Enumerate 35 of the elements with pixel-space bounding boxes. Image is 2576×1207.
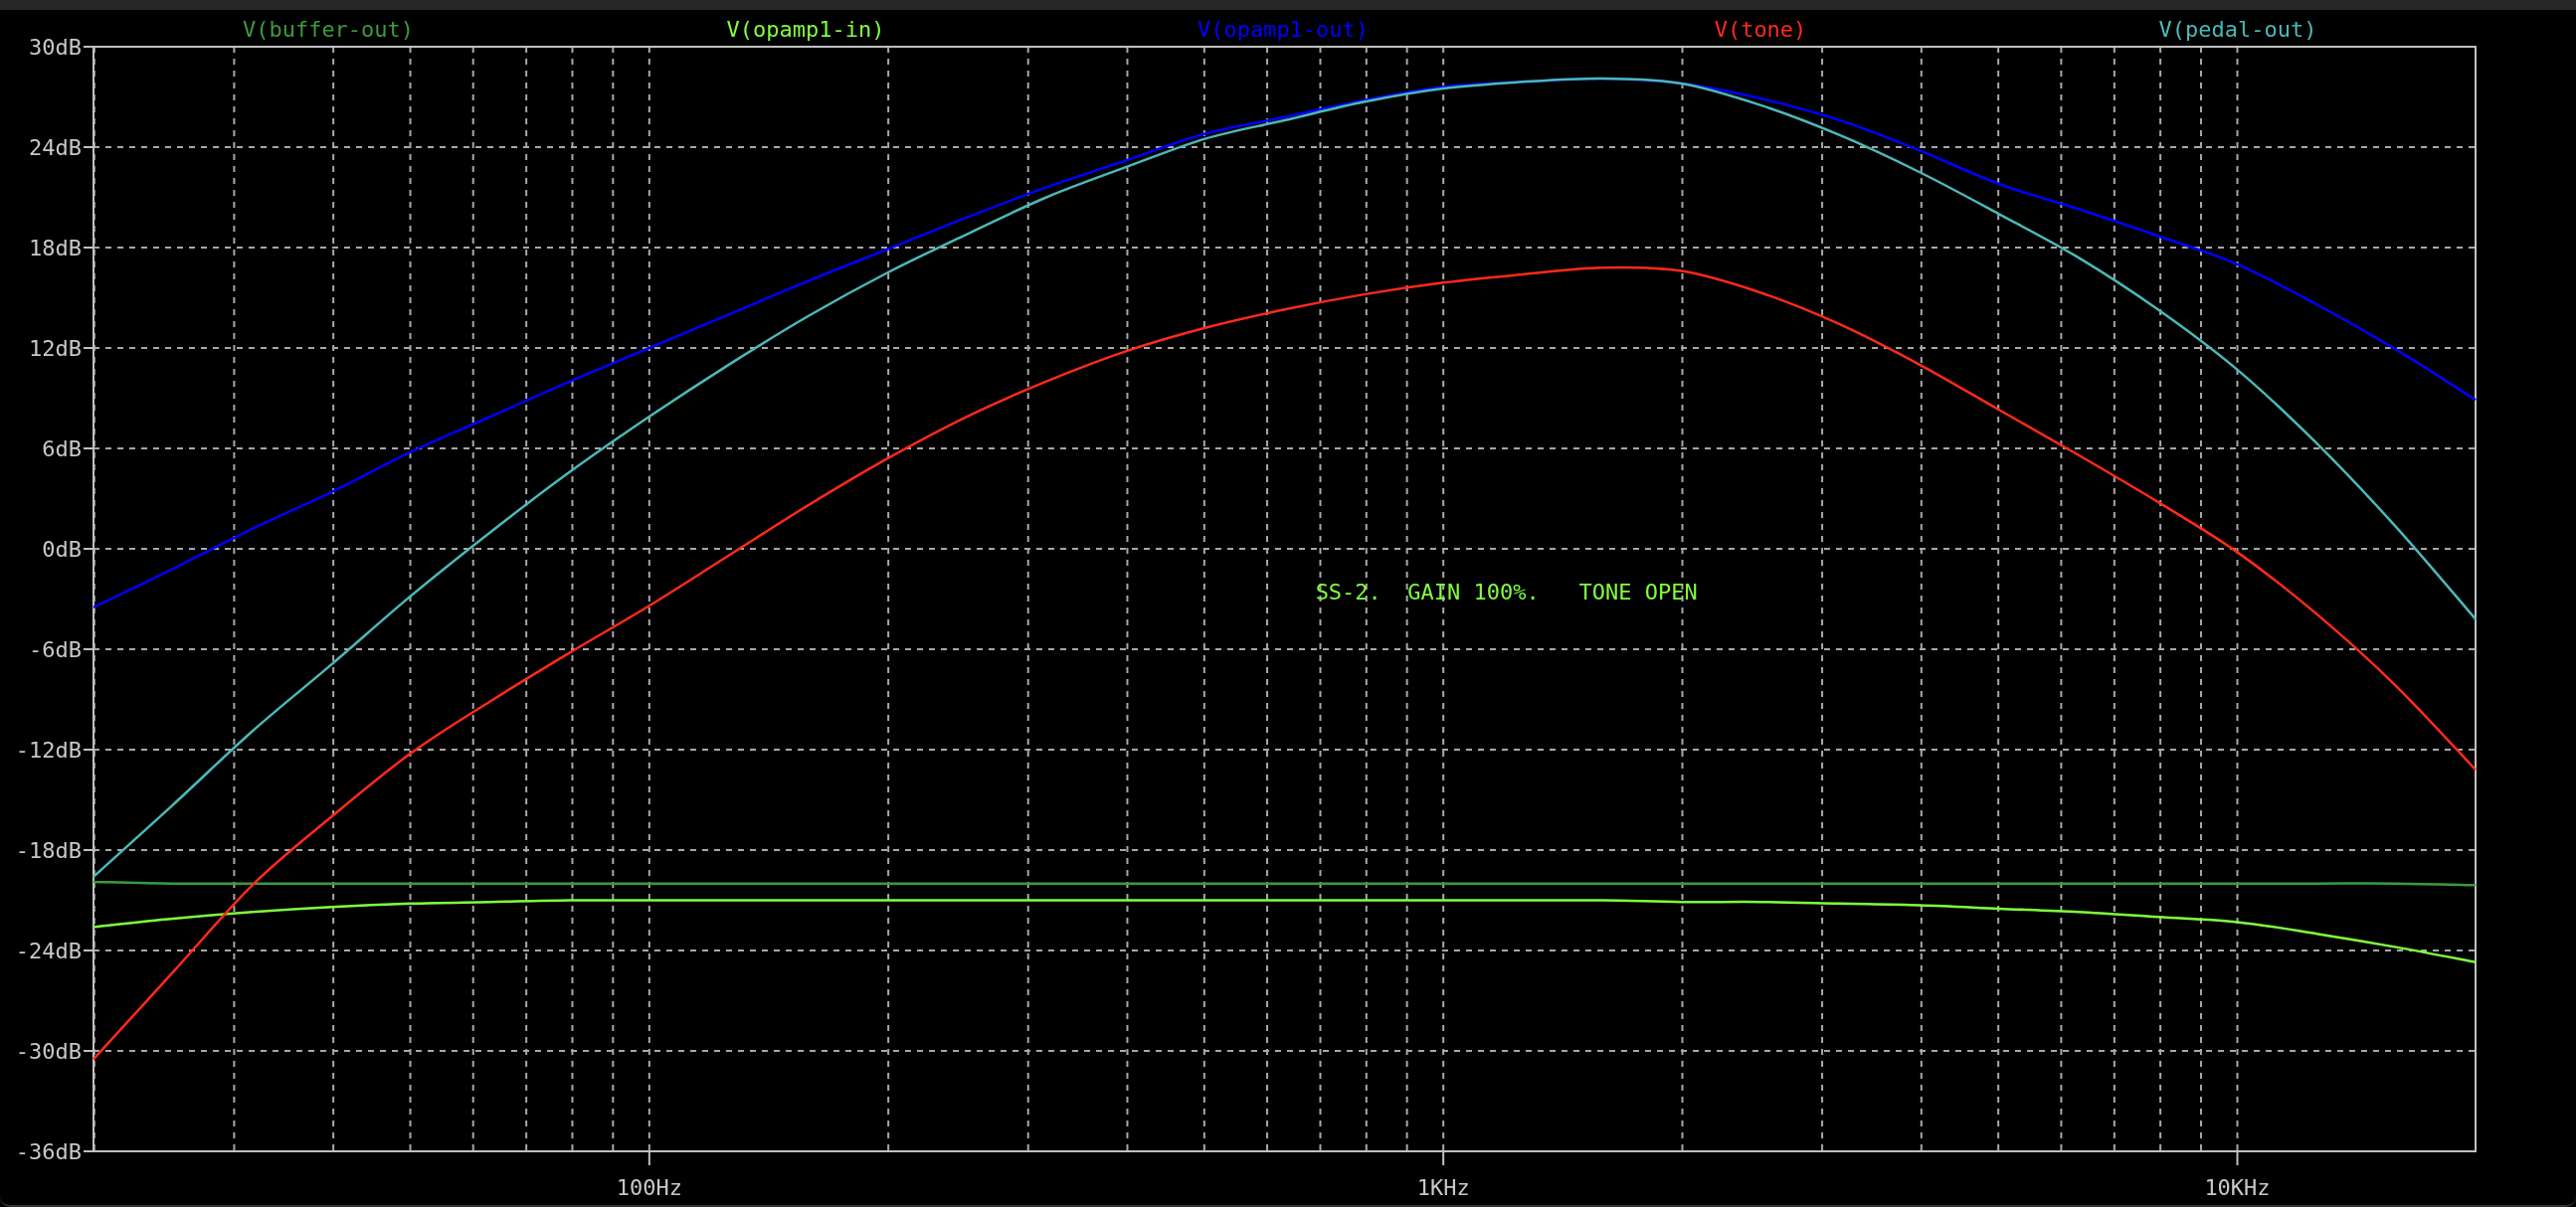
y-axis-label: 24dB: [29, 135, 82, 160]
tick-mark: [83, 1050, 94, 1052]
y-axis-label: -30dB: [15, 1039, 82, 1064]
trace-label[interactable]: V(opamp1-in): [726, 17, 885, 42]
y-axis-label: -18dB: [15, 838, 82, 863]
tick-mark: [83, 247, 94, 249]
tick-mark: [83, 849, 94, 851]
y-axis-label: 18dB: [29, 236, 82, 260]
y-axis-label: -36dB: [15, 1139, 82, 1164]
tick-mark: [1442, 1150, 1445, 1166]
trace-label[interactable]: V(tone): [1714, 17, 1807, 42]
tick-mark: [83, 648, 94, 650]
y-axis-label: 12dB: [29, 336, 82, 361]
tick-mark: [83, 1150, 94, 1152]
tick-mark: [647, 1150, 650, 1166]
plot-annotation: SS-2. GAIN 100%. TONE OPEN: [1315, 579, 1698, 604]
x-axis-label: 1KHz: [1416, 1175, 1470, 1200]
y-axis-label: 6dB: [42, 436, 82, 461]
tick-mark: [83, 347, 94, 349]
y-axis-label: -24dB: [15, 939, 82, 963]
x-axis-label: 100Hz: [616, 1175, 682, 1200]
y-axis-label: 30dB: [29, 35, 82, 60]
y-axis-label: 0dB: [42, 537, 82, 562]
tick-mark: [83, 447, 94, 449]
x-axis-label: 10KHz: [2204, 1175, 2271, 1200]
tick-mark: [83, 749, 94, 751]
y-axis-label: -12dB: [15, 738, 82, 763]
trace-label[interactable]: V(pedal-out): [2158, 17, 2317, 42]
tick-mark: [83, 146, 94, 148]
tick-mark: [83, 949, 94, 951]
y-axis-label: -6dB: [29, 637, 82, 662]
tick-mark: [83, 548, 94, 550]
tick-mark: [2236, 1150, 2239, 1166]
trace-label[interactable]: V(buffer-out): [242, 17, 415, 42]
tick-mark: [83, 46, 94, 48]
